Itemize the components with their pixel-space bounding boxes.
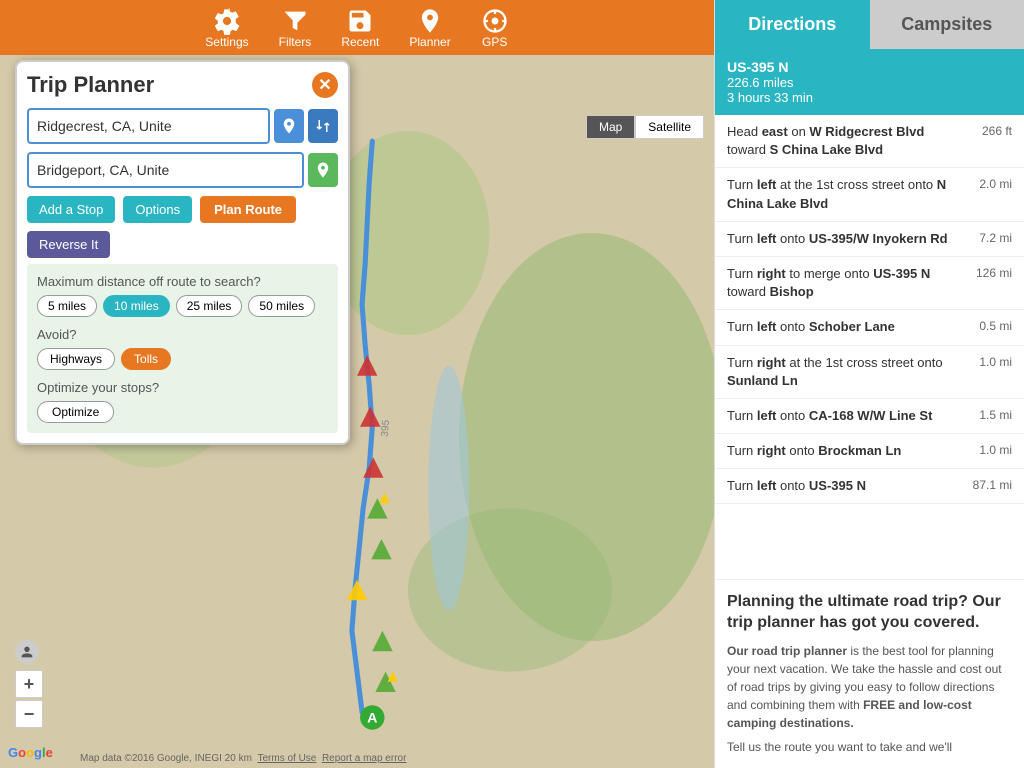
person-icon[interactable] — [15, 640, 39, 664]
optimize-label: Optimize your stops? — [37, 380, 328, 395]
direction-item: Turn right onto Brockman Ln 1.0 mi — [715, 434, 1024, 469]
reverse-row: Reverse It — [27, 231, 338, 258]
direction-item: Turn left onto Schober Lane 0.5 mi — [715, 310, 1024, 345]
gps-icon — [481, 7, 509, 35]
close-button[interactable]: ✕ — [312, 72, 338, 98]
svg-text:A: A — [367, 711, 377, 727]
filter-icon — [281, 7, 309, 35]
directions-list[interactable]: Head east on W Ridgecrest Blvd toward S … — [715, 115, 1024, 579]
add-stop-button[interactable]: Add a Stop — [27, 196, 115, 223]
settings-item[interactable]: Settings — [205, 7, 248, 49]
trip-planner-title: Trip Planner — [27, 72, 154, 98]
satellite-toggle-btn[interactable]: Satellite — [635, 115, 704, 139]
reverse-button[interactable]: Reverse It — [27, 231, 110, 258]
zoom-in-btn[interactable]: + — [15, 670, 43, 698]
direction-item: Turn right at the 1st cross street onto … — [715, 346, 1024, 399]
settings-label: Settings — [205, 35, 248, 49]
tabs: Directions Campsites — [715, 0, 1024, 49]
max-distance-label: Maximum distance off route to search? — [37, 274, 328, 289]
dist-10-btn[interactable]: 10 miles — [103, 295, 170, 317]
direction-item: Turn left onto US-395/W Inyokern Rd 7.2 … — [715, 222, 1024, 257]
direction-item: Turn left at the 1st cross street onto N… — [715, 168, 1024, 221]
action-buttons-row: Add a Stop Options Plan Route — [27, 196, 338, 223]
toolbar: Settings Filters Recent Planner — [0, 0, 714, 55]
app-container: Settings Filters Recent Planner — [0, 0, 1024, 768]
direction-item: Head east on W Ridgecrest Blvd toward S … — [715, 115, 1024, 168]
direction-item: Turn left onto US-395 N 87.1 mi — [715, 469, 1024, 504]
right-panel: Directions Campsites US-395 N 226.6 mile… — [714, 0, 1024, 768]
route-distance: 226.6 miles — [727, 75, 1012, 90]
map-panel: Settings Filters Recent Planner — [0, 0, 714, 768]
promo-title: Planning the ultimate road trip? Our tri… — [727, 592, 1012, 634]
promo-tell: Tell us the route you want to take and w… — [727, 738, 1012, 756]
promo-section: Planning the ultimate road trip? Our tri… — [715, 579, 1024, 768]
recent-label: Recent — [341, 35, 379, 49]
gps-label: GPS — [482, 35, 507, 49]
avoid-options: Highways Tolls — [37, 348, 328, 370]
options-button[interactable]: Options — [123, 196, 192, 223]
locate-from-btn[interactable] — [274, 109, 304, 143]
gear-icon — [213, 7, 241, 35]
zoom-out-btn[interactable]: − — [15, 700, 43, 728]
trip-planner-panel: Trip Planner ✕ — [15, 60, 350, 445]
promo-text: Our road trip planner is the best tool f… — [727, 642, 1012, 732]
direction-item: Turn left onto CA-168 W/W Line St 1.5 mi — [715, 399, 1024, 434]
tab-campsites[interactable]: Campsites — [870, 0, 1024, 49]
planner-icon — [416, 7, 444, 35]
from-input-row — [27, 108, 338, 144]
svg-text:395: 395 — [380, 419, 392, 437]
map-toggle-btn[interactable]: Map — [586, 115, 635, 139]
dist-5-btn[interactable]: 5 miles — [37, 295, 97, 317]
dist-50-btn[interactable]: 50 miles — [248, 295, 315, 317]
optimize-button[interactable]: Optimize — [37, 401, 114, 423]
swap-from-btn[interactable] — [308, 109, 338, 143]
filters-label: Filters — [279, 35, 312, 49]
to-input[interactable] — [27, 152, 304, 188]
tolls-btn[interactable]: Tolls — [121, 348, 171, 370]
map-attribution: Map data ©2016 Google, INEGI 20 km Terms… — [80, 753, 406, 764]
route-summary: US-395 N 226.6 miles 3 hours 33 min — [715, 49, 1024, 115]
route-name: US-395 N — [727, 59, 1012, 75]
direction-item: Turn right to merge onto US-395 N toward… — [715, 257, 1024, 310]
gps-item[interactable]: GPS — [481, 7, 509, 49]
to-input-row — [27, 152, 338, 188]
distance-options: 5 miles 10 miles 25 miles 50 miles — [37, 295, 328, 317]
dist-25-btn[interactable]: 25 miles — [176, 295, 243, 317]
planner-label: Planner — [409, 35, 450, 49]
highways-btn[interactable]: Highways — [37, 348, 115, 370]
locate-to-btn[interactable] — [308, 153, 338, 187]
options-section: Maximum distance off route to search? 5 … — [27, 264, 338, 433]
trip-planner-header: Trip Planner ✕ — [27, 72, 338, 98]
planner-item[interactable]: Planner — [409, 7, 450, 49]
save-icon — [346, 7, 374, 35]
recent-item[interactable]: Recent — [341, 7, 379, 49]
filters-item[interactable]: Filters — [279, 7, 312, 49]
tab-directions[interactable]: Directions — [715, 0, 870, 49]
google-logo: Google — [8, 744, 53, 760]
avoid-label: Avoid? — [37, 327, 328, 342]
from-input[interactable] — [27, 108, 270, 144]
map-controls: + − — [15, 640, 43, 728]
route-time: 3 hours 33 min — [727, 90, 1012, 105]
map-satellite-toggle: Map Satellite — [586, 115, 704, 139]
plan-route-button[interactable]: Plan Route — [200, 196, 296, 223]
